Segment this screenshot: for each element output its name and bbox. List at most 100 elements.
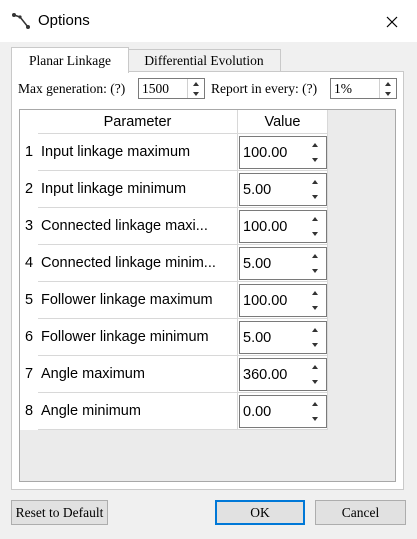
report-every-label: Report in every: (?) — [211, 81, 318, 96]
chevron-up-icon — [312, 402, 318, 406]
spin-down-button[interactable] — [306, 301, 324, 315]
value-spinbox[interactable]: 360.00 — [239, 358, 327, 391]
parameter-cell[interactable]: Follower linkage maximum — [38, 282, 238, 319]
chevron-down-icon — [312, 380, 318, 384]
chevron-down-icon — [312, 306, 318, 310]
title-bar: Options — [0, 0, 417, 42]
value-text: 5.00 — [243, 330, 272, 346]
chevron-down-icon — [312, 232, 318, 236]
parameter-cell[interactable]: Angle maximum — [38, 356, 238, 393]
row-number[interactable]: 2 — [20, 171, 38, 208]
chevron-down-icon — [312, 417, 318, 421]
row-number[interactable]: 7 — [20, 356, 38, 393]
table-row: 5 Follower linkage maximum 100.00 — [20, 282, 328, 319]
row-number[interactable]: 4 — [20, 245, 38, 282]
value-spinbox[interactable]: 0.00 — [239, 395, 327, 428]
value-text: 0.00 — [243, 404, 272, 420]
max-generation-label: Max generation: (?) — [18, 81, 126, 96]
table-row: 4 Connected linkage minim... 5.00 — [20, 245, 328, 282]
chevron-down-icon — [385, 91, 391, 96]
chevron-up-icon — [193, 81, 199, 86]
table-row: 7 Angle maximum 360.00 — [20, 356, 328, 393]
table-row: 3 Connected linkage maxi... 100.00 — [20, 208, 328, 245]
reset-to-default-button[interactable]: Reset to Default — [11, 500, 108, 525]
value-spinbox[interactable]: 5.00 — [239, 173, 327, 206]
max-generation-spinbox[interactable]: 1500 — [138, 78, 205, 99]
parameter-cell[interactable]: Follower linkage minimum — [38, 319, 238, 356]
parameter-cell[interactable]: Connected linkage minim... — [38, 245, 238, 282]
chevron-up-icon — [312, 365, 318, 369]
row-number[interactable]: 1 — [20, 134, 38, 171]
parameter-cell[interactable]: Input linkage minimum — [38, 171, 238, 208]
value-cell: 5.00 — [238, 171, 328, 208]
spin-up-button[interactable] — [306, 397, 324, 411]
value-cell: 0.00 — [238, 393, 328, 430]
spin-down-button[interactable] — [306, 338, 324, 352]
tab-planar-linkage[interactable]: Planar Linkage — [11, 47, 129, 73]
value-spinbox[interactable]: 100.00 — [239, 136, 327, 169]
column-header-value[interactable]: Value — [238, 110, 328, 134]
column-header-parameter[interactable]: Parameter — [38, 110, 238, 134]
spin-up-button[interactable] — [188, 79, 204, 88]
value-text: 100.00 — [243, 145, 288, 161]
chevron-up-icon — [312, 217, 318, 221]
chevron-up-icon — [312, 291, 318, 295]
value-text: 100.00 — [243, 293, 288, 309]
spin-down-button[interactable] — [188, 89, 204, 98]
chevron-up-icon — [312, 180, 318, 184]
parameter-cell[interactable]: Connected linkage maxi... — [38, 208, 238, 245]
chevron-up-icon — [312, 328, 318, 332]
spin-up-button[interactable] — [306, 286, 324, 300]
spin-down-button[interactable] — [306, 227, 324, 241]
parameter-table: Parameter Value 1 Input linkage maximum 10… — [19, 109, 396, 482]
value-text: 5.00 — [243, 182, 272, 198]
chevron-down-icon — [312, 158, 318, 162]
spin-up-button[interactable] — [306, 249, 324, 263]
spin-up-button[interactable] — [306, 138, 324, 152]
chevron-down-icon — [312, 269, 318, 273]
chevron-up-icon — [385, 81, 391, 86]
cancel-button[interactable]: Cancel — [315, 500, 406, 525]
value-text: 360.00 — [243, 367, 288, 383]
spin-down-button[interactable] — [306, 264, 324, 278]
value-cell: 100.00 — [238, 282, 328, 319]
close-button[interactable] — [378, 10, 406, 34]
spin-up-button[interactable] — [306, 360, 324, 374]
value-cell: 100.00 — [238, 208, 328, 245]
spin-up-button[interactable] — [380, 79, 396, 88]
ok-button[interactable]: OK — [215, 500, 305, 525]
linkage-icon — [12, 13, 30, 29]
parameter-cell[interactable]: Input linkage maximum — [38, 134, 238, 171]
spin-down-button[interactable] — [380, 89, 396, 98]
value-spinbox[interactable]: 5.00 — [239, 247, 327, 280]
spin-down-button[interactable] — [306, 412, 324, 426]
chevron-down-icon — [312, 343, 318, 347]
value-text: 5.00 — [243, 256, 272, 272]
spin-down-button[interactable] — [306, 153, 324, 167]
value-cell: 5.00 — [238, 245, 328, 282]
value-spinbox[interactable]: 100.00 — [239, 210, 327, 243]
parameter-cell[interactable]: Angle minimum — [38, 393, 238, 430]
close-icon — [386, 16, 398, 28]
window-title: Options — [38, 12, 90, 29]
value-text: 100.00 — [243, 219, 288, 235]
value-cell: 360.00 — [238, 356, 328, 393]
row-number[interactable]: 5 — [20, 282, 38, 319]
spin-up-button[interactable] — [306, 212, 324, 226]
row-number[interactable]: 3 — [20, 208, 38, 245]
value-cell: 100.00 — [238, 134, 328, 171]
table-row: 8 Angle minimum 0.00 — [20, 393, 328, 430]
tab-differential-evolution[interactable]: Differential Evolution — [127, 49, 281, 72]
spin-up-button[interactable] — [306, 175, 324, 189]
report-every-spinbox[interactable]: 1% — [330, 78, 397, 99]
table-row: 6 Follower linkage minimum 5.00 — [20, 319, 328, 356]
value-spinbox[interactable]: 5.00 — [239, 321, 327, 354]
row-number[interactable]: 6 — [20, 319, 38, 356]
spin-up-button[interactable] — [306, 323, 324, 337]
table-row: 2 Input linkage minimum 5.00 — [20, 171, 328, 208]
row-number[interactable]: 8 — [20, 393, 38, 430]
report-every-value: 1% — [334, 81, 352, 96]
spin-down-button[interactable] — [306, 190, 324, 204]
spin-down-button[interactable] — [306, 375, 324, 389]
value-spinbox[interactable]: 100.00 — [239, 284, 327, 317]
